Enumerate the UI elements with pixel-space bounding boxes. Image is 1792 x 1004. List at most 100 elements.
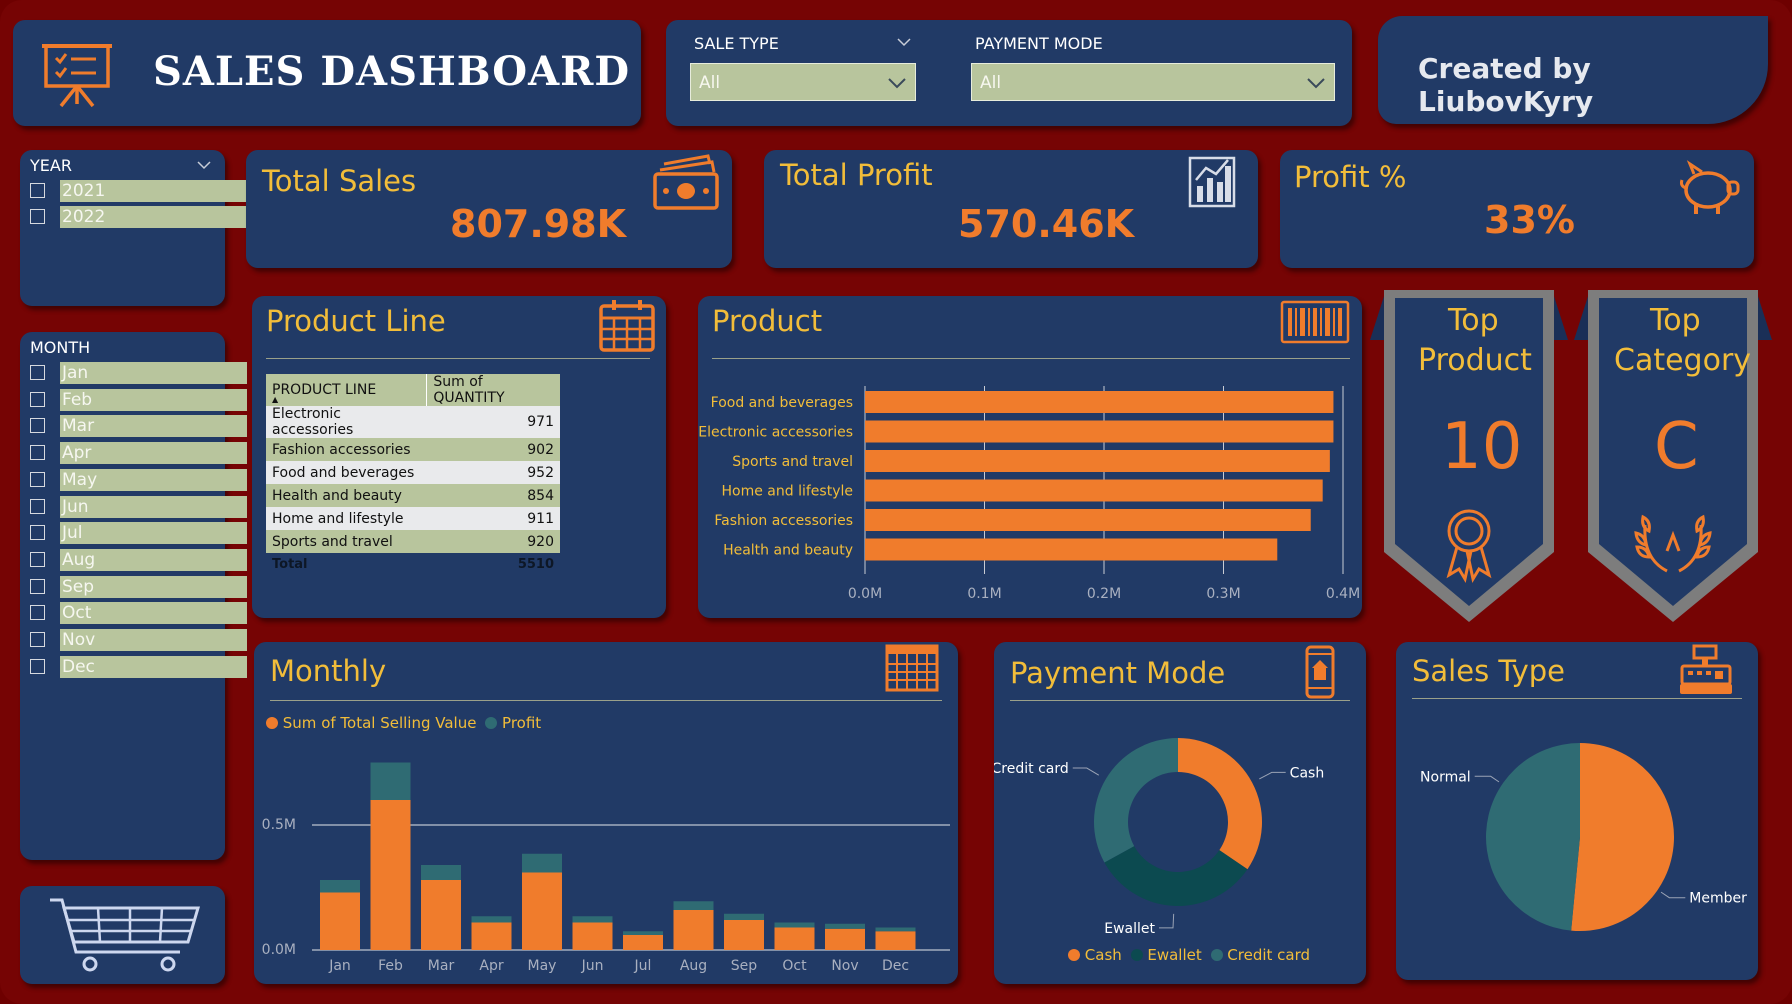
product-line-title: Product Line [266, 304, 446, 338]
month-option-label: Mar [60, 415, 247, 438]
pie-slice [1486, 743, 1580, 931]
legend-swatch-cash [1068, 949, 1080, 961]
x-tick-label: Oct [782, 958, 807, 974]
table-cell: 971 [527, 414, 554, 430]
checkbox[interactable] [30, 365, 45, 380]
month-option-label: Aug [60, 548, 247, 571]
month-option-jul[interactable]: Jul [30, 522, 247, 545]
month-option-label: Jan [60, 362, 247, 384]
table-header-cell[interactable]: PRODUCT LINE ▲ [266, 374, 428, 406]
payment-donut-chart: Cash Ewallet Credit card [994, 738, 1324, 937]
month-option-aug[interactable]: Aug [30, 548, 247, 571]
sort-asc-icon: ▲ [272, 395, 279, 404]
month-option-oct[interactable]: Oct [30, 602, 247, 625]
title-card: SALES DASHBOARD [13, 20, 641, 126]
year-option-2021[interactable]: 2021 [30, 180, 247, 202]
checkbox[interactable] [30, 209, 45, 224]
table-total-row: Total 5510 [266, 553, 560, 576]
sales-bar [370, 800, 411, 950]
kpi-profit-pct: Profit % 33% [1280, 150, 1754, 268]
sales-bar [522, 872, 562, 950]
month-option-label: Oct [60, 602, 247, 625]
year-slicer: YEAR 2021 2022 [20, 150, 247, 306]
sale-type-dropdown[interactable]: All [690, 63, 916, 101]
profit-bar [875, 927, 916, 932]
table-cell: Food and beverages [272, 464, 415, 481]
month-option-mar[interactable]: Mar [30, 415, 247, 438]
top-product-line2: Product [1418, 343, 1532, 378]
donut-slice [1104, 846, 1248, 906]
product-bar [865, 420, 1334, 443]
product-bar [865, 450, 1330, 472]
dashboard-title: SALES DASHBOARD [153, 48, 631, 95]
checkbox[interactable] [30, 445, 45, 461]
month-option-sep[interactable]: Sep [30, 575, 247, 598]
donut-slice [1178, 738, 1262, 870]
sales-type-card: Sales Type Member Normal [1396, 642, 1758, 980]
x-tick-label: Feb [378, 958, 403, 974]
x-tick-label: Nov [831, 958, 858, 974]
x-tick-label: Aug [680, 958, 707, 974]
table-cell: Sports and travel [272, 533, 393, 550]
checkbox[interactable] [30, 391, 45, 407]
legend-credit-label: Credit card [1227, 946, 1311, 964]
y-category-label: Electronic accessories [698, 425, 853, 441]
sale-type-label: SALE TYPE [694, 34, 779, 53]
money-icon [653, 154, 719, 210]
monthly-stacked-bar-chart: 0.5M 0.0M Jan Feb Mar Apr May Jun Jul Aug Sep Oct No… [262, 762, 950, 974]
sales-bar [875, 931, 916, 950]
table-row: Electronic accessories 971 [266, 406, 560, 438]
profit-bar [673, 901, 714, 910]
checkbox[interactable] [30, 632, 45, 647]
slice-label: Normal [1420, 769, 1471, 785]
table-cell: 920 [527, 533, 554, 550]
leader-line [1259, 771, 1286, 780]
x-tick-label: Jul [634, 958, 652, 974]
kpi-profit-pct-label: Profit % [1294, 160, 1407, 194]
filters-card: SALE TYPE All PAYMENT MODE All [666, 20, 1352, 126]
profit-bar [825, 923, 865, 929]
checkbox[interactable] [30, 418, 45, 434]
profit-bar [370, 762, 411, 800]
x-tick-label: Apr [479, 958, 503, 974]
legend-swatch-ewallet [1130, 949, 1143, 961]
month-option-label: Dec [60, 655, 247, 678]
month-option-feb[interactable]: Feb [30, 388, 247, 411]
month-option-nov[interactable]: Nov [30, 629, 247, 651]
cart-card [20, 886, 225, 984]
checkbox[interactable] [30, 605, 45, 621]
table-cell: 902 [527, 441, 554, 458]
leader-line [1660, 891, 1686, 899]
product-bar-chart: 0.0M 0.1M 0.2M 0.3M 0.4M Food and beverages El… [698, 386, 1360, 602]
table-row: Home and lifestyle 911 [266, 507, 560, 530]
sales-bar [421, 880, 461, 950]
payment-mode-dropdown[interactable]: All [971, 63, 1335, 101]
checkbox[interactable] [30, 551, 45, 567]
checkbox[interactable] [30, 658, 45, 674]
year-option-label: 2022 [60, 206, 247, 228]
sales-bar [774, 927, 815, 950]
checkbox[interactable] [30, 525, 45, 541]
x-tick-label: 0.2M [1087, 586, 1121, 602]
month-option-may[interactable]: May [30, 468, 247, 491]
year-collapse-icon[interactable] [196, 159, 212, 171]
payment-mode-label: PAYMENT MODE [975, 34, 1103, 53]
x-tick-label: 0.4M [1326, 586, 1360, 602]
checkbox[interactable] [30, 578, 45, 594]
header-sum-quantity: Sum of QUANTITY [433, 374, 505, 406]
profit-bar [774, 922, 815, 928]
month-option-jan[interactable]: Jan [30, 362, 247, 384]
month-option-dec[interactable]: Dec [30, 655, 247, 678]
checkbox[interactable] [30, 498, 45, 514]
y-category-label: Sports and travel [732, 454, 853, 470]
pie-slice [1571, 743, 1674, 931]
month-option-apr[interactable]: Apr [30, 442, 247, 465]
year-option-2022[interactable]: 2022 [30, 206, 247, 228]
checkbox[interactable] [30, 183, 45, 198]
month-option-jun[interactable]: Jun [30, 495, 247, 518]
checkbox[interactable] [30, 471, 45, 487]
table-header-cell[interactable]: Sum of QUANTITY [427, 374, 560, 406]
sale-type-collapse-icon[interactable] [896, 36, 912, 48]
month-option-label: Sep [60, 575, 247, 598]
y-category-label: Home and lifestyle [722, 484, 853, 500]
